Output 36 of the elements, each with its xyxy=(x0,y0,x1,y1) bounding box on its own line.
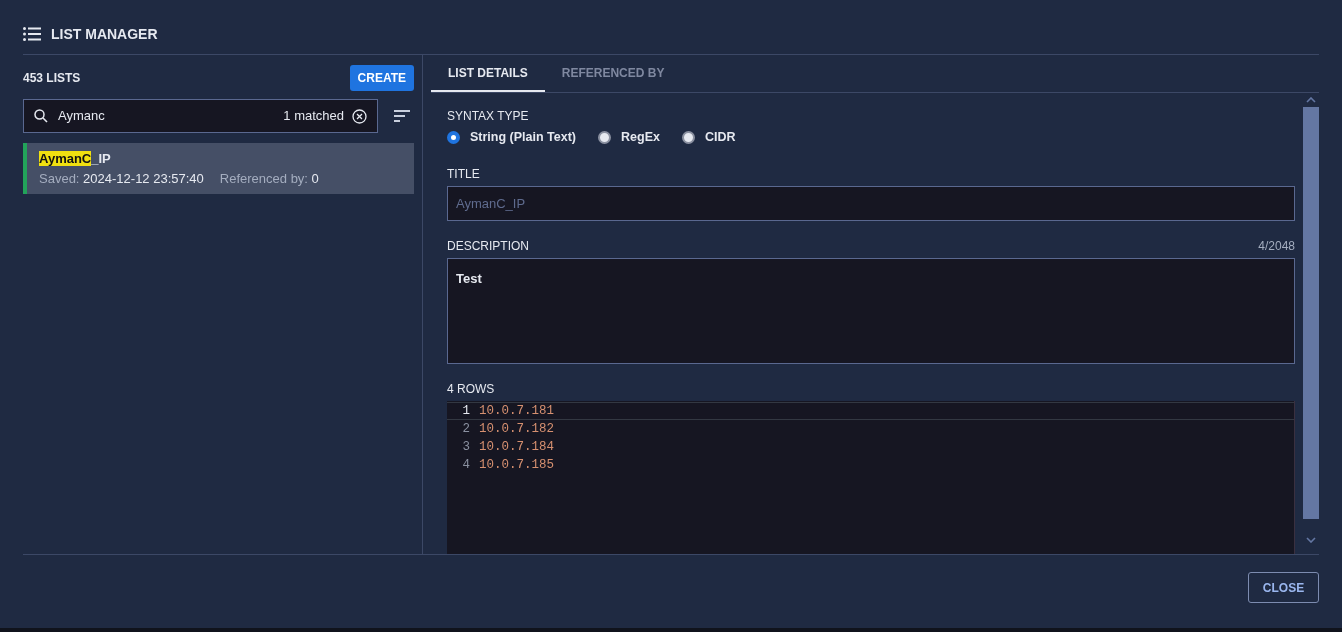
field-label: 4 ROWS xyxy=(447,381,496,399)
scrollbar-thumb[interactable] xyxy=(1303,107,1319,519)
search-icon xyxy=(34,109,48,123)
code-line: 10.0.7.185 xyxy=(479,457,554,474)
radio-option[interactable]: String (Plain Text) xyxy=(447,128,577,147)
search-field[interactable]: Aymanc 1 matched xyxy=(23,99,378,133)
tab[interactable]: LIST DETAILS xyxy=(431,55,545,92)
scroll-down-icon[interactable] xyxy=(1306,537,1316,543)
close-button[interactable]: CLOSE xyxy=(1248,572,1319,603)
line-number: 2 xyxy=(461,421,471,438)
saved-date: Saved: 2024-12-12 23:57:40 xyxy=(39,169,204,188)
line-number: 3 xyxy=(461,439,471,456)
list-count: 453 LISTS xyxy=(23,70,81,87)
field-label: DESCRIPTION xyxy=(447,238,529,256)
tab[interactable]: REFERENCED BY xyxy=(544,55,682,92)
code-line: 10.0.7.181 xyxy=(479,403,554,420)
search-input[interactable]: Aymanc xyxy=(56,105,276,127)
radio-option[interactable]: CIDR xyxy=(681,128,736,147)
line-number: 1 xyxy=(461,403,471,420)
sort-icon[interactable] xyxy=(394,110,410,122)
field-label: TITLE xyxy=(447,166,481,184)
character-counter: 4/2048 xyxy=(1258,238,1295,256)
reference-count: Referenced by: 0 xyxy=(219,169,319,188)
clear-icon[interactable] xyxy=(352,108,367,124)
field-label: SYNTAX TYPE xyxy=(447,108,530,125)
description-field[interactable]: Test xyxy=(447,258,1295,365)
create-button[interactable]: CREATE xyxy=(349,65,414,91)
scroll-up-icon[interactable] xyxy=(1306,97,1316,103)
match-count: 1 matched xyxy=(283,107,344,126)
code-line: 10.0.7.182 xyxy=(479,421,554,438)
line-number: 4 xyxy=(461,457,471,474)
code-line: 10.0.7.184 xyxy=(479,439,554,456)
list-icon xyxy=(23,27,41,41)
radio-option[interactable]: RegEx xyxy=(598,128,660,147)
code-editor[interactable]: 1 10.0.7.181 2 10.0.7.182 3 10.0.7.184 4 10.0.7.185 xyxy=(447,401,1295,554)
page-title: LIST MANAGER xyxy=(51,24,158,44)
